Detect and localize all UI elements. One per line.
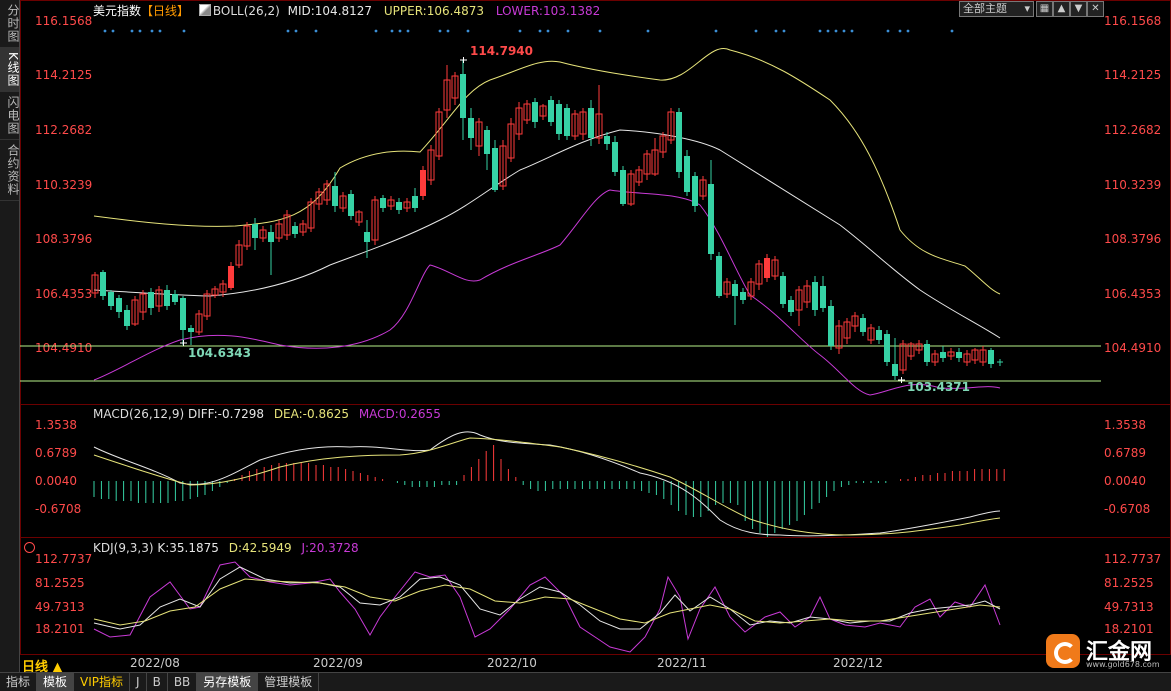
kdj-chart — [93, 561, 1001, 653]
macd-chart — [93, 431, 1005, 537]
tab-vip-indicator[interactable]: VIP指标 — [74, 673, 131, 691]
tab-flash[interactable]: 闪电图 — [0, 92, 20, 140]
logo-url: www.gold678.com — [1086, 660, 1160, 669]
low-price-label: 104.6343 — [188, 346, 252, 360]
tab-b[interactable]: B — [147, 673, 168, 691]
kdj-d-line — [93, 578, 1001, 626]
x-label: 2022/11 — [657, 656, 707, 670]
kdj-k-line — [93, 566, 1001, 630]
kdj-j-line — [93, 561, 1001, 653]
tab-indicator[interactable]: 指标 — [0, 673, 38, 691]
candles — [91, 60, 1003, 380]
tab-bb[interactable]: BB — [168, 673, 198, 691]
macd-diff-line — [93, 431, 1001, 537]
macd-dea-line — [93, 437, 1001, 536]
x-label: 2022/09 — [313, 656, 363, 670]
candlestick-chart — [20, 29, 1101, 396]
tab-template[interactable]: 模板 — [37, 673, 75, 691]
x-label: 2022/12 — [833, 656, 883, 670]
save-template-button[interactable]: 另存模板 — [197, 673, 259, 691]
signal-dots — [103, 29, 954, 33]
kdj-y-label: 81.2525 — [1104, 576, 1154, 590]
tab-contract-info[interactable]: 合约资料 — [0, 140, 20, 201]
tab-kline[interactable]: K线图 — [0, 48, 20, 92]
x-label: 2022/08 — [130, 656, 180, 670]
low-price-label-2: 103.4371 — [907, 380, 971, 394]
boll-lower-line — [93, 189, 1001, 396]
logo-icon — [1046, 634, 1080, 668]
x-label: 2022/10 — [487, 656, 537, 670]
sidebar: 分时图 K线图 闪电图 合约资料 — [0, 0, 20, 672]
logo: 汇金网 www.gold678.com — [1046, 632, 1164, 672]
kdj-y-label: 112.7737 — [1104, 552, 1162, 566]
high-price-label: 114.7940 — [470, 44, 534, 58]
kdj-y-label: 49.7313 — [1104, 600, 1154, 614]
boll-mid-line — [93, 129, 1001, 339]
manage-template-button[interactable]: 管理模板 — [258, 673, 320, 691]
tab-intraday[interactable]: 分时图 — [0, 0, 20, 48]
macd-histogram — [93, 445, 1005, 537]
tab-j[interactable]: J — [130, 673, 147, 691]
bottom-toolbar: 指标 模板 VIP指标 J B BB 另存模板 管理模板 — [0, 672, 1171, 691]
boll-upper-line — [93, 47, 1001, 295]
